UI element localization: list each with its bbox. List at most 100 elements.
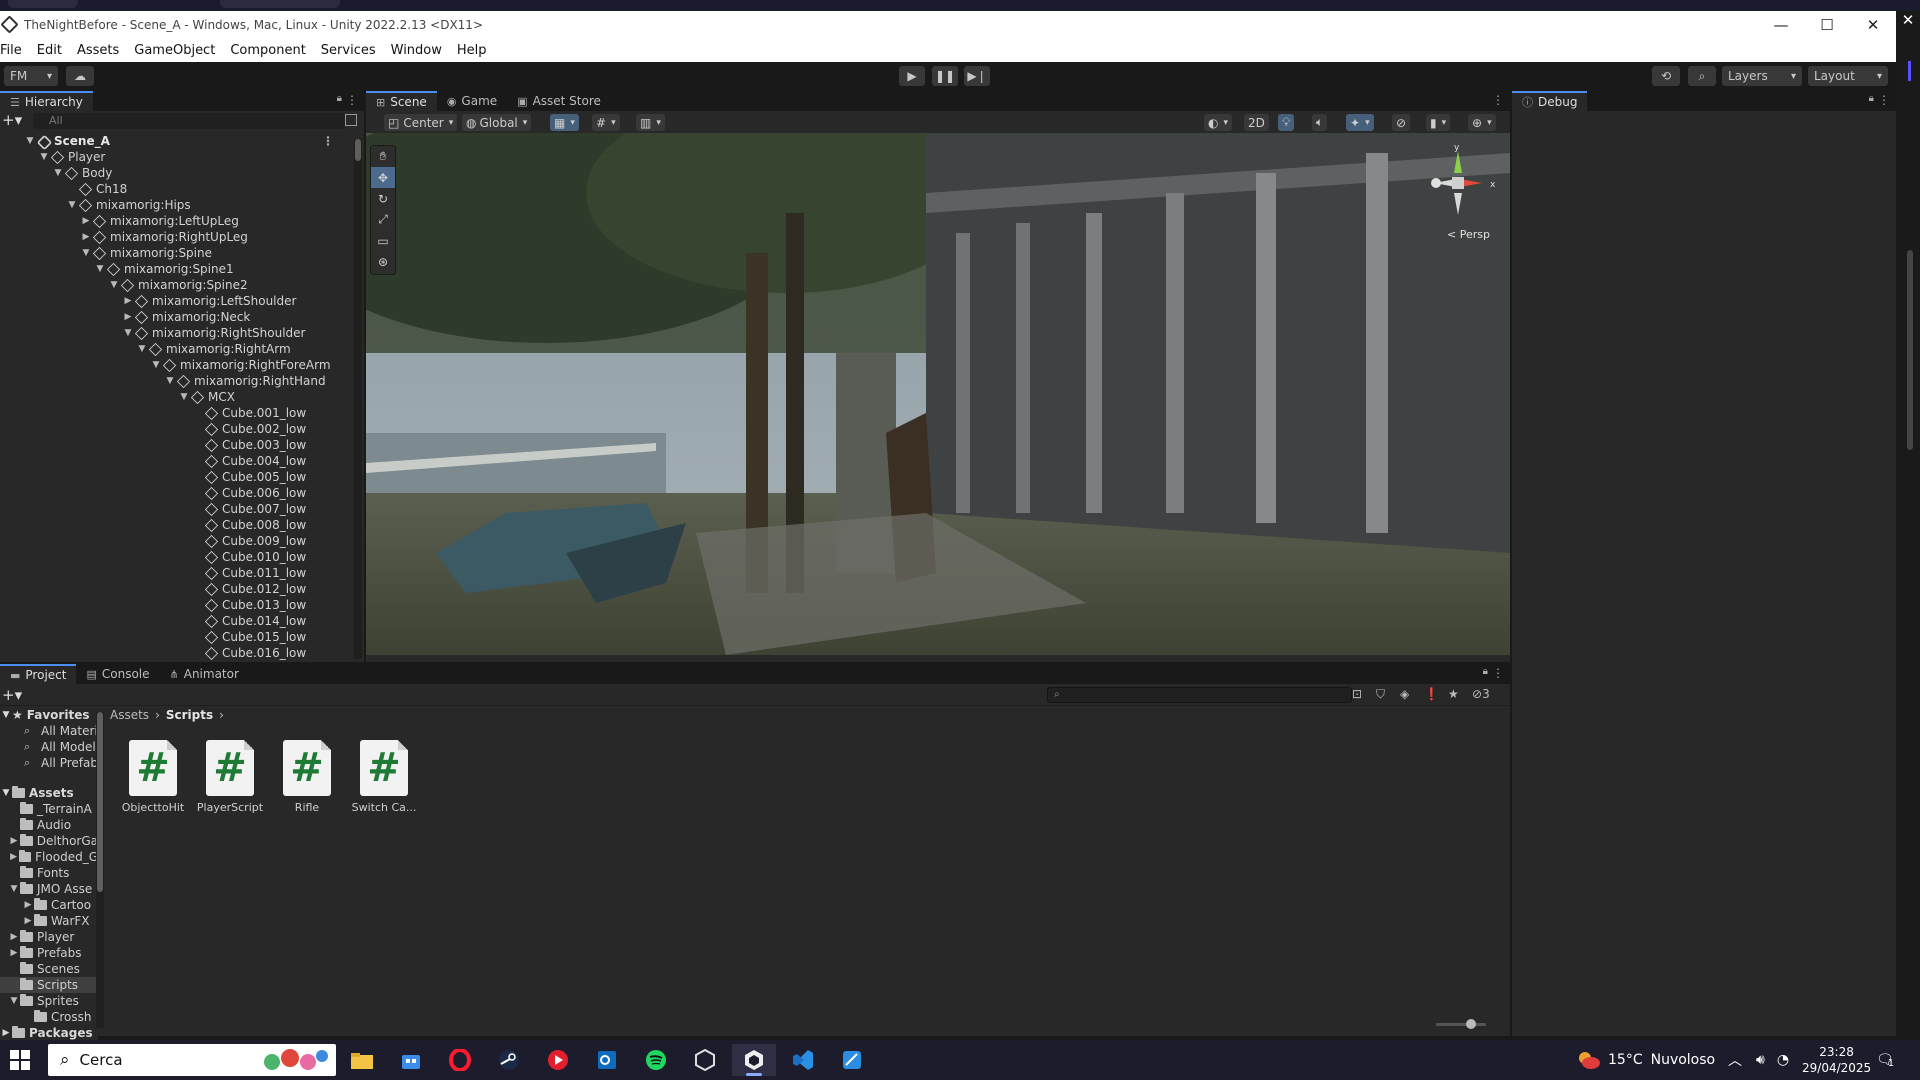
- scroll-thumb[interactable]: [97, 712, 103, 892]
- minimize-button[interactable]: —: [1758, 11, 1804, 38]
- foldout-arrow-icon[interactable]: ▼: [94, 264, 106, 274]
- space-dropdown[interactable]: ◍ Global: [462, 114, 532, 131]
- tab-animator[interactable]: ⋔ Animator: [160, 664, 249, 684]
- foldout-arrow-icon[interactable]: ▼: [108, 280, 120, 290]
- hierarchy-row[interactable]: Cube.014_low: [0, 613, 356, 629]
- tab-console[interactable]: ▤ Console: [76, 664, 159, 684]
- project-folder-item[interactable]: Fonts: [0, 865, 98, 881]
- script-asset[interactable]: # Rifle: [273, 740, 341, 814]
- menu-window[interactable]: Window: [391, 43, 442, 58]
- tab-debug[interactable]: ⓘ Debug: [1512, 91, 1588, 111]
- foldout-arrow-icon[interactable]: ▼: [66, 200, 78, 210]
- hierarchy-row[interactable]: ▼ mixamorig:Spine2: [0, 277, 356, 293]
- hierarchy-row[interactable]: Cube.015_low: [0, 629, 356, 645]
- volume-icon[interactable]: 🔊︎: [1756, 1052, 1765, 1068]
- scene-viewport[interactable]: ✋︎ ✥ ↻ ⤢ ▭ ⊛ y x < Persp: [366, 133, 1510, 655]
- close-icon[interactable]: ✕: [1896, 11, 1920, 29]
- unity-hub-app[interactable]: [683, 1044, 727, 1076]
- lock-icon[interactable]: 🔒︎: [1869, 93, 1874, 104]
- rotate-tool-icon[interactable]: ↻: [371, 188, 395, 209]
- hierarchy-row[interactable]: ▶ mixamorig:Neck: [0, 309, 356, 325]
- lock-icon[interactable]: 🔒︎: [337, 93, 342, 104]
- menu-services[interactable]: Services: [321, 43, 376, 58]
- kebab-menu-icon[interactable]: ⋮: [1492, 93, 1504, 107]
- kebab-menu-icon[interactable]: ⋮: [1878, 93, 1890, 107]
- search-by-type-icon[interactable]: ⊡: [1352, 687, 1362, 701]
- camera-dropdown[interactable]: ▮: [1426, 114, 1451, 131]
- kebab-menu-icon[interactable]: ⋮: [322, 134, 334, 148]
- network-icon[interactable]: ◔: [1777, 1052, 1789, 1068]
- hierarchy-row[interactable]: ▶ mixamorig:LeftShoulder: [0, 293, 356, 309]
- hierarchy-row[interactable]: ▼ Player: [0, 149, 356, 165]
- hierarchy-row[interactable]: Cube.002_low: [0, 421, 356, 437]
- foldout-arrow-icon[interactable]: ▶: [122, 296, 134, 306]
- breadcrumb-scripts[interactable]: Scripts: [166, 708, 213, 722]
- menu-file[interactable]: File: [0, 43, 22, 58]
- project-folder-item[interactable]: _TerrainA: [0, 801, 98, 817]
- scale-tool-icon[interactable]: ⤢: [371, 209, 395, 230]
- hierarchy-row[interactable]: ▼ mixamorig:RightArm: [0, 341, 356, 357]
- hierarchy-search-input[interactable]: All: [33, 113, 345, 129]
- chevron-up-icon[interactable]: ︿: [1728, 1050, 1742, 1070]
- menu-gameobject[interactable]: GameObject: [134, 43, 215, 58]
- foldout-arrow-icon[interactable]: ▼: [178, 392, 190, 402]
- rect-tool-icon[interactable]: ▭: [371, 230, 395, 251]
- hierarchy-row[interactable]: ▼ mixamorig:Hips: [0, 197, 356, 213]
- script-asset[interactable]: # Switch Ca...: [350, 740, 418, 814]
- project-folder-item[interactable]: ▼ JMO Asse: [0, 881, 98, 897]
- warning-icon[interactable]: ❗: [1424, 687, 1439, 701]
- store-app[interactable]: [389, 1044, 433, 1076]
- maximize-button[interactable]: ☐: [1804, 11, 1850, 38]
- grid-snap-toggle[interactable]: ▦: [550, 114, 579, 131]
- foldout-arrow-icon[interactable]: ▼: [52, 168, 64, 178]
- right-scrollbar[interactable]: [1906, 240, 1914, 460]
- project-folder-item[interactable]: ▶ Flooded_G: [0, 849, 98, 865]
- kebab-menu-icon[interactable]: ⋮: [346, 93, 358, 107]
- hierarchy-row[interactable]: Cube.010_low: [0, 549, 356, 565]
- project-folder-item[interactable]: Crossh: [0, 1009, 98, 1025]
- project-search-input[interactable]: ⌕: [1047, 687, 1352, 703]
- menu-edit[interactable]: Edit: [37, 43, 62, 58]
- paint-app[interactable]: [830, 1044, 874, 1076]
- account-dropdown[interactable]: FM: [4, 66, 58, 86]
- hierarchy-row[interactable]: Cube.001_low: [0, 405, 356, 421]
- project-folder-item[interactable]: Scenes: [0, 961, 98, 977]
- pause-button[interactable]: ❚❚: [932, 66, 958, 86]
- favorites-item[interactable]: ⌕ All Materi: [0, 723, 98, 739]
- audio-toggle[interactable]: 🔈︎: [1312, 114, 1328, 131]
- add-icon[interactable]: +▾: [2, 111, 26, 129]
- foldout-arrow-icon[interactable]: ▼: [8, 884, 20, 894]
- breadcrumb-assets[interactable]: Assets: [110, 708, 149, 722]
- tab-game[interactable]: ◉ Game: [437, 91, 507, 111]
- hierarchy-row[interactable]: Cube.011_low: [0, 565, 356, 581]
- script-asset[interactable]: # PlayerScript: [196, 740, 264, 814]
- unity-editor-app[interactable]: [732, 1044, 776, 1076]
- project-folder-item[interactable]: ▶ DelthorGa: [0, 833, 98, 849]
- foldout-arrow-icon[interactable]: ▶: [80, 216, 92, 226]
- hidden-objects-toggle[interactable]: ⊘: [1392, 114, 1411, 131]
- hierarchy-row[interactable]: Cube.005_low: [0, 469, 356, 485]
- hierarchy-row[interactable]: ▼ mixamorig:Spine1: [0, 261, 356, 277]
- clock[interactable]: 23:28 29/04/2025: [1802, 1040, 1871, 1080]
- increment-snap-button[interactable]: ▥: [636, 114, 665, 131]
- notification-center-button[interactable]: 🗨︎ 1: [1876, 1040, 1894, 1080]
- foldout-arrow-icon[interactable]: ▶: [80, 232, 92, 242]
- projection-label[interactable]: < Persp: [1447, 228, 1490, 241]
- assets-header[interactable]: ▼ Assets: [0, 785, 98, 801]
- step-button[interactable]: ▶❘: [964, 66, 990, 86]
- tab-asset-store[interactable]: ▣ Asset Store: [507, 91, 611, 111]
- project-folder-item[interactable]: ▶ WarFX: [0, 913, 98, 929]
- foldout-arrow-icon[interactable]: ▼: [24, 136, 36, 146]
- hierarchy-row[interactable]: Cube.009_low: [0, 533, 356, 549]
- transform-tool-icon[interactable]: ⊛: [371, 251, 395, 272]
- hierarchy-row[interactable]: Cube.004_low: [0, 453, 356, 469]
- add-icon[interactable]: +▾: [2, 686, 22, 704]
- favorites-header[interactable]: ▼ ★ Favorites: [0, 707, 98, 723]
- outlook-app[interactable]: [585, 1044, 629, 1076]
- tab-scene[interactable]: ⊞ Scene: [366, 91, 437, 111]
- project-folder-item[interactable]: Scripts: [0, 977, 98, 993]
- grid-visibility-toggle[interactable]: #: [592, 114, 620, 131]
- foldout-arrow-icon[interactable]: ▶: [8, 836, 20, 846]
- menu-help[interactable]: Help: [457, 43, 487, 58]
- kebab-menu-icon[interactable]: ⋮: [1492, 666, 1504, 680]
